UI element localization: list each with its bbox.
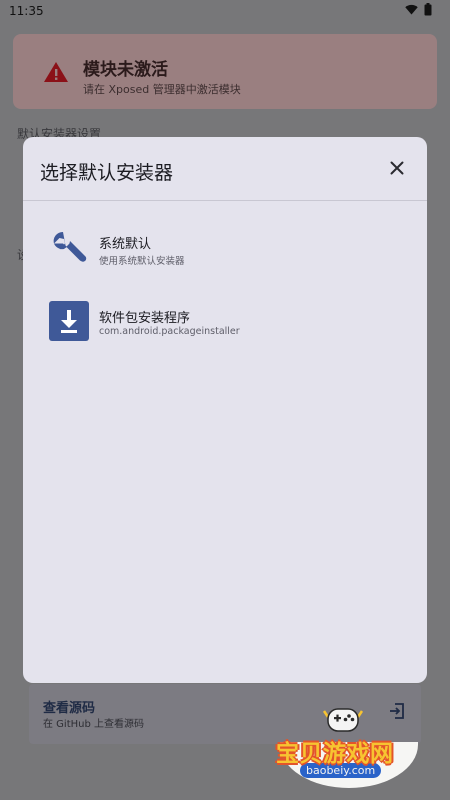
dialog-divider (23, 200, 427, 201)
select-installer-dialog: 选择默认安装器 系统默认 使用系统默认安装器 软件包安装程序 com.andro… (23, 137, 427, 683)
option-package-installer[interactable]: 软件包安装程序 com.android.packageinstaller (23, 297, 427, 359)
option-subtitle: 使用系统默认安装器 (99, 256, 185, 267)
warning-icon (43, 61, 69, 87)
option-title: 系统默认 (99, 237, 152, 252)
view-source-title: 查看源码 (43, 701, 96, 716)
open-external-icon (388, 702, 406, 724)
option-system-default[interactable]: 系统默认 使用系统默认安装器 (23, 217, 427, 279)
alert-subtitle: 请在 Xposed 管理器中激活模块 (83, 83, 241, 96)
dialog-title: 选择默认安装器 (40, 162, 174, 184)
view-source-subtitle: 在 GitHub 上查看源码 (43, 719, 145, 730)
alert-title: 模块未激活 (83, 60, 168, 80)
close-button[interactable] (385, 157, 409, 181)
module-inactive-card: 模块未激活 请在 Xposed 管理器中激活模块 (13, 34, 437, 109)
watermark-text: 宝贝游戏网 (276, 741, 394, 767)
close-icon (390, 160, 404, 179)
option-subtitle: com.android.packageinstaller (99, 326, 240, 337)
option-title: 软件包安装程序 (99, 311, 191, 326)
wrench-icon (49, 229, 89, 269)
download-icon (49, 301, 89, 341)
